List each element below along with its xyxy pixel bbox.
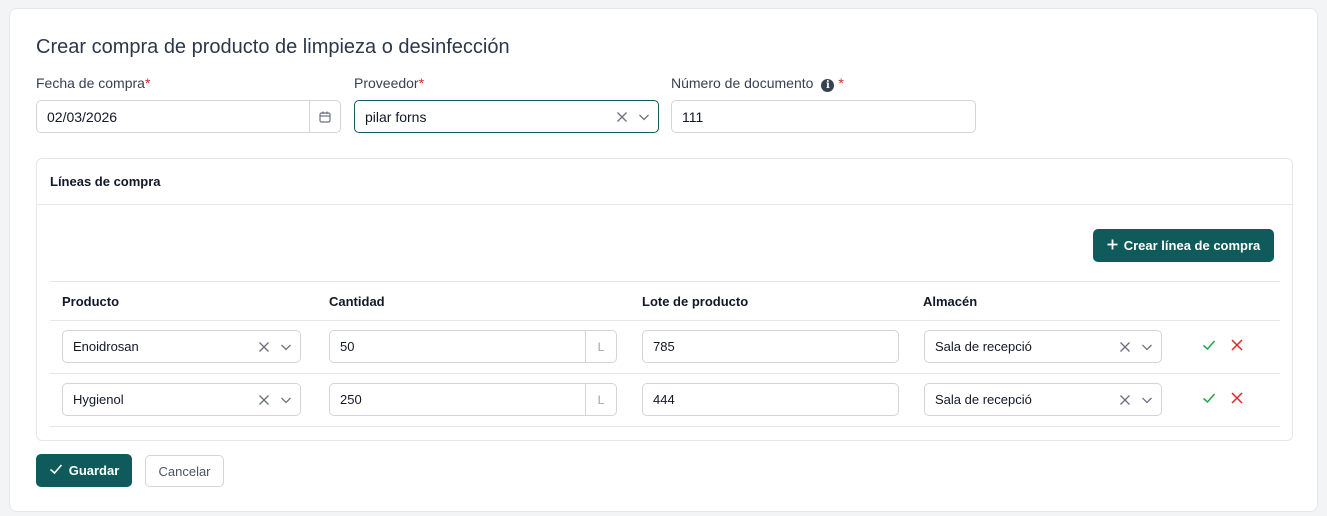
page-title: Crear compra de producto de limpieza o d… (36, 36, 510, 58)
documento-input[interactable]: 111 (671, 100, 976, 133)
cancel-button[interactable]: Cancelar (145, 455, 224, 487)
chevron-down-icon[interactable] (638, 111, 650, 123)
col-cantidad: Cantidad (329, 294, 385, 309)
save-button[interactable]: Guardar (36, 454, 132, 487)
producto-select[interactable]: Hygienol (62, 383, 301, 416)
table-row: Enoidrosan 50 L 785 Sala de recepció (50, 321, 1280, 374)
close-icon[interactable] (1230, 338, 1244, 352)
purchase-lines-title: Líneas de compra (37, 159, 1292, 205)
chevron-down-icon[interactable] (280, 394, 292, 406)
required-mark: * (144, 75, 151, 91)
required-mark: * (838, 75, 844, 91)
fecha-input[interactable]: 02/03/2026 (36, 100, 341, 133)
clear-icon[interactable] (258, 341, 270, 353)
table-row: Hygienol 250 L 444 Sala de recepció (50, 374, 1280, 427)
unit-label: L (585, 384, 616, 415)
proveedor-label: Proveedor* (354, 75, 425, 91)
required-mark: * (418, 75, 425, 91)
almacen-select[interactable]: Sala de recepció (924, 330, 1162, 363)
almacen-select[interactable]: Sala de recepció (924, 383, 1162, 416)
lote-input[interactable]: 444 (642, 383, 899, 416)
close-icon[interactable] (1230, 391, 1244, 405)
documento-value: 111 (682, 108, 704, 125)
form-card: Crear compra de producto de limpieza o d… (9, 8, 1318, 512)
col-almacen: Almacén (923, 294, 978, 309)
calendar-icon[interactable] (309, 101, 340, 132)
chevron-down-icon[interactable] (280, 341, 292, 353)
clear-icon[interactable] (616, 111, 628, 123)
cantidad-input[interactable]: 250 L (329, 383, 617, 416)
clear-icon[interactable] (1119, 341, 1131, 353)
info-icon[interactable]: i (821, 79, 835, 92)
fecha-label: Fecha de compra* (36, 75, 151, 91)
clear-icon[interactable] (1119, 394, 1131, 406)
check-icon[interactable] (1202, 391, 1216, 405)
chevron-down-icon[interactable] (1141, 341, 1153, 353)
clear-icon[interactable] (258, 394, 270, 406)
table-header: Producto Cantidad Lote de producto Almac… (50, 281, 1280, 321)
col-lote: Lote de producto (642, 294, 749, 309)
purchase-lines-panel: Líneas de compra Crear línea de compra P… (36, 158, 1293, 441)
proveedor-value: pilar forns (365, 108, 427, 125)
proveedor-select[interactable]: pilar forns (354, 100, 659, 133)
documento-label: Número de documento i * (671, 75, 844, 92)
lote-input[interactable]: 785 (642, 330, 899, 363)
unit-label: L (585, 331, 616, 362)
check-icon (49, 462, 63, 479)
create-line-button[interactable]: Crear línea de compra (1093, 229, 1274, 262)
col-producto: Producto (62, 294, 120, 309)
purchase-lines-table: Producto Cantidad Lote de producto Almac… (50, 281, 1280, 427)
cantidad-input[interactable]: 50 L (329, 330, 617, 363)
fecha-value: 02/03/2026 (47, 108, 118, 125)
plus-icon (1107, 238, 1118, 253)
check-icon[interactable] (1202, 338, 1216, 352)
producto-select[interactable]: Enoidrosan (62, 330, 301, 363)
chevron-down-icon[interactable] (1141, 394, 1153, 406)
